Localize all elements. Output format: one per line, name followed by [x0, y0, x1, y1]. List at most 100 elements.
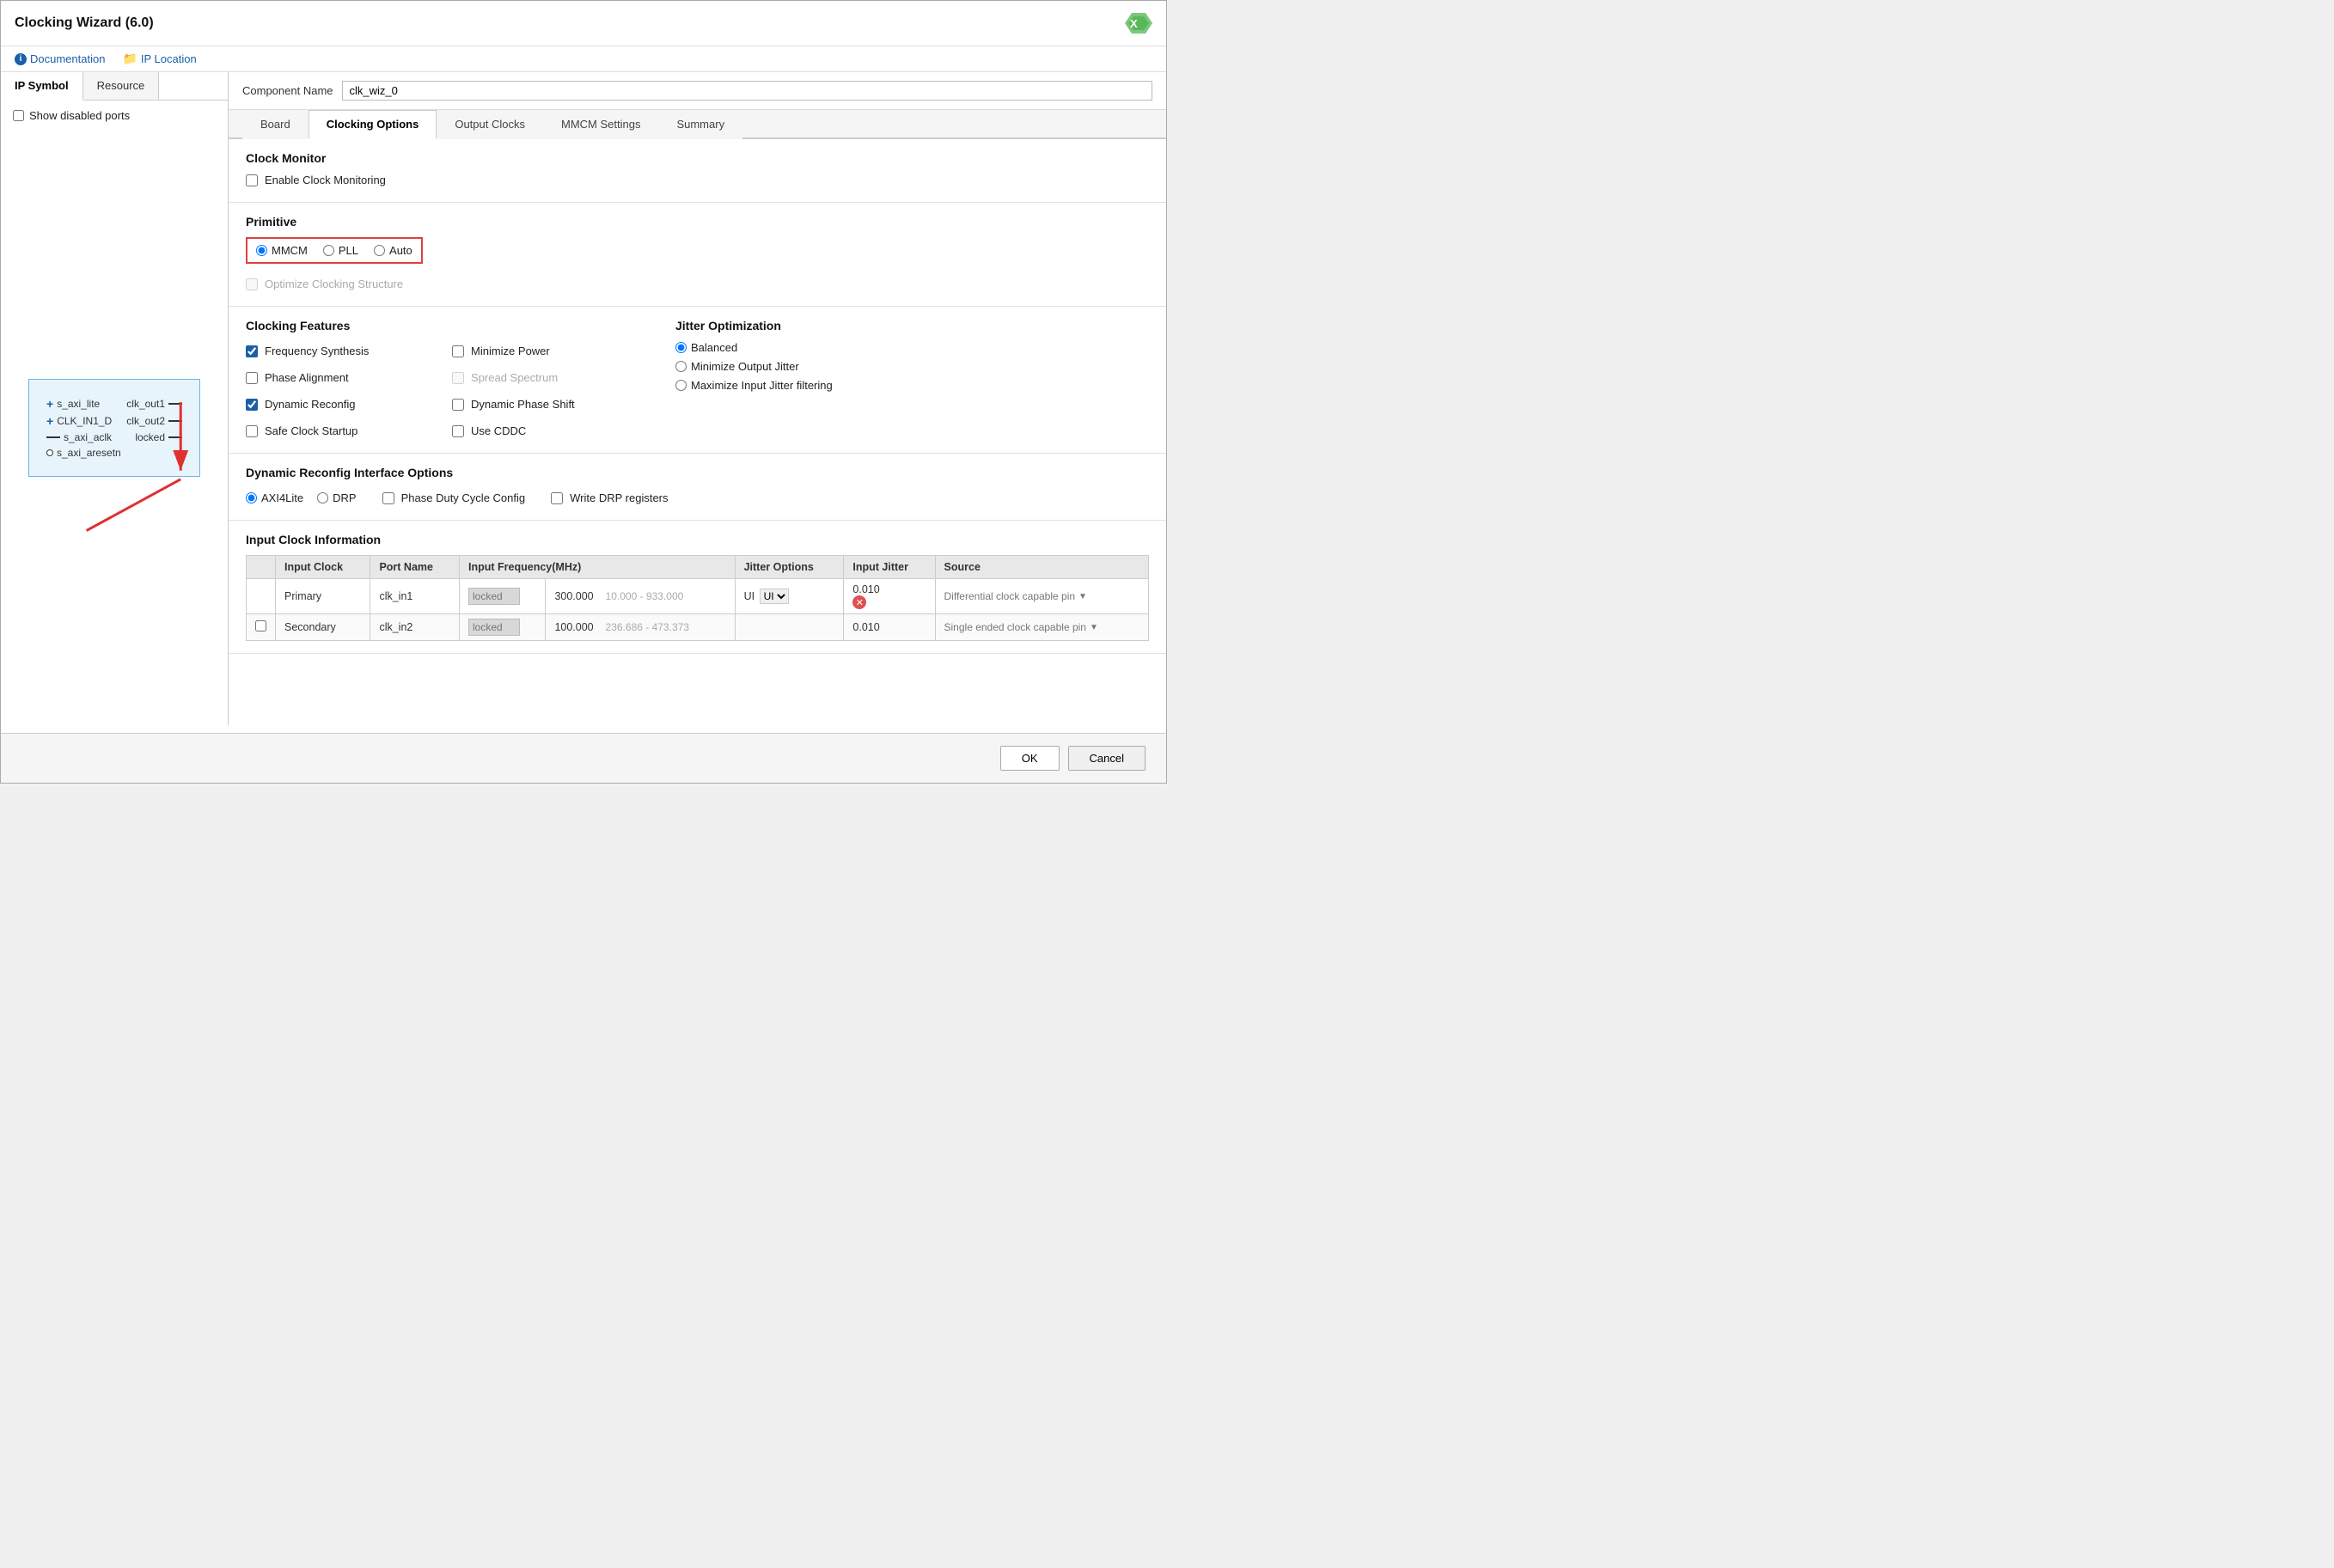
feature-dynamic-reconfig: Dynamic Reconfig: [246, 398, 435, 411]
feature-minimize-power-label: Minimize Power: [471, 345, 550, 357]
ok-button[interactable]: OK: [1000, 746, 1060, 771]
clock-monitor-section: Clock Monitor Enable Clock Monitoring: [229, 139, 1166, 203]
main-window: Clocking Wizard (6.0) X i Documentation …: [0, 0, 1167, 784]
feature-use-cddc: Use CDDC: [452, 424, 641, 437]
jitter-minimize-output[interactable]: Minimize Output Jitter: [675, 360, 916, 373]
cancel-button[interactable]: Cancel: [1068, 746, 1146, 771]
jitter-balanced-radio[interactable]: [675, 342, 687, 353]
port-row-clk-in1-d: + CLK_IN1_D clk_out2: [46, 414, 182, 428]
primary-source-dropdown-icon[interactable]: ▼: [1078, 592, 1087, 601]
feature-dynamic-phase-shift-label: Dynamic Phase Shift: [471, 398, 575, 411]
feature-phase-alignment-label: Phase Alignment: [265, 371, 349, 384]
dr-interface-radio-group: AXI4Lite DRP: [246, 491, 357, 504]
primary-port-cell: clk_in1: [370, 579, 460, 614]
feature-spread-spectrum-checkbox[interactable]: [452, 372, 464, 384]
bottom-bar: OK Cancel: [1, 733, 1166, 783]
show-disabled-ports-checkbox[interactable]: [13, 110, 24, 121]
content-area: Component Name Board Clocking Options Ou…: [229, 72, 1166, 725]
jitter-minimize-output-label: Minimize Output Jitter: [691, 360, 799, 373]
input-clock-section: Input Clock Information Input Clock Port…: [229, 521, 1166, 654]
dr-axi4lite[interactable]: AXI4Lite: [246, 491, 303, 504]
primary-freq-value-cell: 300.000 10.000 - 933.000: [546, 579, 735, 614]
tab-summary[interactable]: Summary: [658, 110, 742, 139]
window-title: Clocking Wizard (6.0): [15, 15, 154, 31]
feature-frequency-synthesis-checkbox[interactable]: [246, 345, 258, 357]
jitter-balanced[interactable]: Balanced: [675, 341, 916, 354]
dr-drp-radio[interactable]: [317, 492, 328, 503]
dr-drp[interactable]: DRP: [317, 491, 356, 504]
port-label-clk-out2: clk_out2: [126, 415, 165, 427]
secondary-input-jitter-value: 0.010: [852, 621, 879, 633]
secondary-freq-range: 236.686 - 473.373: [606, 621, 689, 633]
primary-input-jitter-cell: 0.010 ✕: [844, 579, 935, 614]
primary-freq-input-cell: [460, 579, 546, 614]
secondary-freq-input-cell: [460, 614, 546, 641]
port-label-locked: locked: [135, 431, 165, 443]
tab-output-clocks[interactable]: Output Clocks: [437, 110, 543, 139]
radio-mmcm-input[interactable]: [256, 245, 267, 256]
radio-pll-input[interactable]: [323, 245, 334, 256]
phase-duty-cycle-label: Phase Duty Cycle Config: [401, 491, 526, 504]
feature-minimize-power-checkbox[interactable]: [452, 345, 464, 357]
feature-use-cddc-checkbox[interactable]: [452, 425, 464, 437]
show-disabled-ports-row: Show disabled ports: [1, 101, 228, 131]
drconfig-row: AXI4Lite DRP Phase Duty Cycle Config W: [246, 488, 1149, 508]
th-check: [247, 556, 276, 579]
ip-location-link[interactable]: 📁 IP Location: [122, 52, 196, 66]
jitter-opts: Balanced Minimize Output Jitter Maximize…: [675, 341, 916, 392]
feature-frequency-synthesis-label: Frequency Synthesis: [265, 345, 369, 357]
clock-monitor-title: Clock Monitor: [246, 151, 1149, 165]
jitter-minimize-output-radio[interactable]: [675, 361, 687, 372]
tab-resource[interactable]: Resource: [83, 72, 160, 100]
secondary-input-jitter-cell: 0.010: [844, 614, 935, 641]
enable-clock-monitoring-label: Enable Clock Monitoring: [265, 174, 386, 186]
title-bar: Clocking Wizard (6.0) X: [1, 1, 1166, 46]
xilinx-logo-icon: X: [1125, 9, 1152, 37]
tab-board[interactable]: Board: [242, 110, 309, 139]
feature-safe-clock-startup: Safe Clock Startup: [246, 424, 435, 437]
feature-dynamic-phase-shift: Dynamic Phase Shift: [452, 398, 641, 411]
folder-icon: 📁: [122, 52, 137, 66]
component-name-input[interactable]: [342, 81, 1153, 101]
enable-clock-monitoring-checkbox[interactable]: [246, 174, 258, 186]
secondary-check-cell[interactable]: [247, 614, 276, 641]
phase-duty-cycle-checkbox[interactable]: [382, 492, 394, 504]
primary-jitter-select[interactable]: UI: [760, 589, 789, 604]
component-name-bar: Component Name: [229, 72, 1166, 110]
port-label-s-axi-aclk: s_axi_aclk: [64, 431, 112, 443]
features-grid: Frequency Synthesis Minimize Power Phase…: [246, 341, 641, 441]
documentation-link[interactable]: i Documentation: [15, 52, 105, 65]
write-drp-registers-checkbox[interactable]: [551, 492, 563, 504]
th-jitter-options: Jitter Options: [735, 556, 844, 579]
radio-mmcm[interactable]: MMCM: [256, 244, 308, 257]
secondary-enable-checkbox[interactable]: [255, 620, 266, 631]
feature-dynamic-reconfig-checkbox[interactable]: [246, 399, 258, 411]
radio-pll-label: PLL: [339, 244, 358, 257]
feature-safe-clock-startup-checkbox[interactable]: [246, 425, 258, 437]
radio-auto-input[interactable]: [374, 245, 385, 256]
clocking-features-title: Clocking Features: [246, 319, 641, 333]
radio-pll[interactable]: PLL: [323, 244, 358, 257]
secondary-freq-input[interactable]: [468, 619, 520, 636]
clk-features-wrapper: Clocking Features Frequency Synthesis Mi…: [246, 319, 1149, 441]
primary-source-label: Differential clock capable pin ▼: [944, 590, 1140, 602]
feature-dynamic-phase-shift-checkbox[interactable]: [452, 399, 464, 411]
feature-phase-alignment: Phase Alignment: [246, 371, 435, 384]
jitter-maximize-input[interactable]: Maximize Input Jitter filtering: [675, 379, 916, 392]
primary-close-icon[interactable]: ✕: [852, 595, 866, 609]
secondary-source-dropdown-icon[interactable]: ▼: [1090, 623, 1098, 632]
tab-clocking-options[interactable]: Clocking Options: [309, 110, 437, 139]
primary-freq-input[interactable]: [468, 588, 520, 605]
tab-ip-symbol[interactable]: IP Symbol: [1, 72, 83, 101]
show-disabled-ports-label: Show disabled ports: [29, 109, 130, 122]
jitter-maximize-input-radio[interactable]: [675, 380, 687, 391]
sidebar: IP Symbol Resource Show disabled ports +…: [1, 72, 229, 725]
tab-mmcm-settings[interactable]: MMCM Settings: [543, 110, 658, 139]
ip-location-label: IP Location: [141, 52, 197, 65]
th-port-name: Port Name: [370, 556, 460, 579]
optimize-clocking-checkbox[interactable]: [246, 278, 258, 290]
ip-symbol-area: + s_axi_lite clk_out1 + CLK_IN1_D: [1, 131, 228, 725]
feature-phase-alignment-checkbox[interactable]: [246, 372, 258, 384]
radio-auto[interactable]: Auto: [374, 244, 412, 257]
dr-axi4lite-radio[interactable]: [246, 492, 257, 503]
